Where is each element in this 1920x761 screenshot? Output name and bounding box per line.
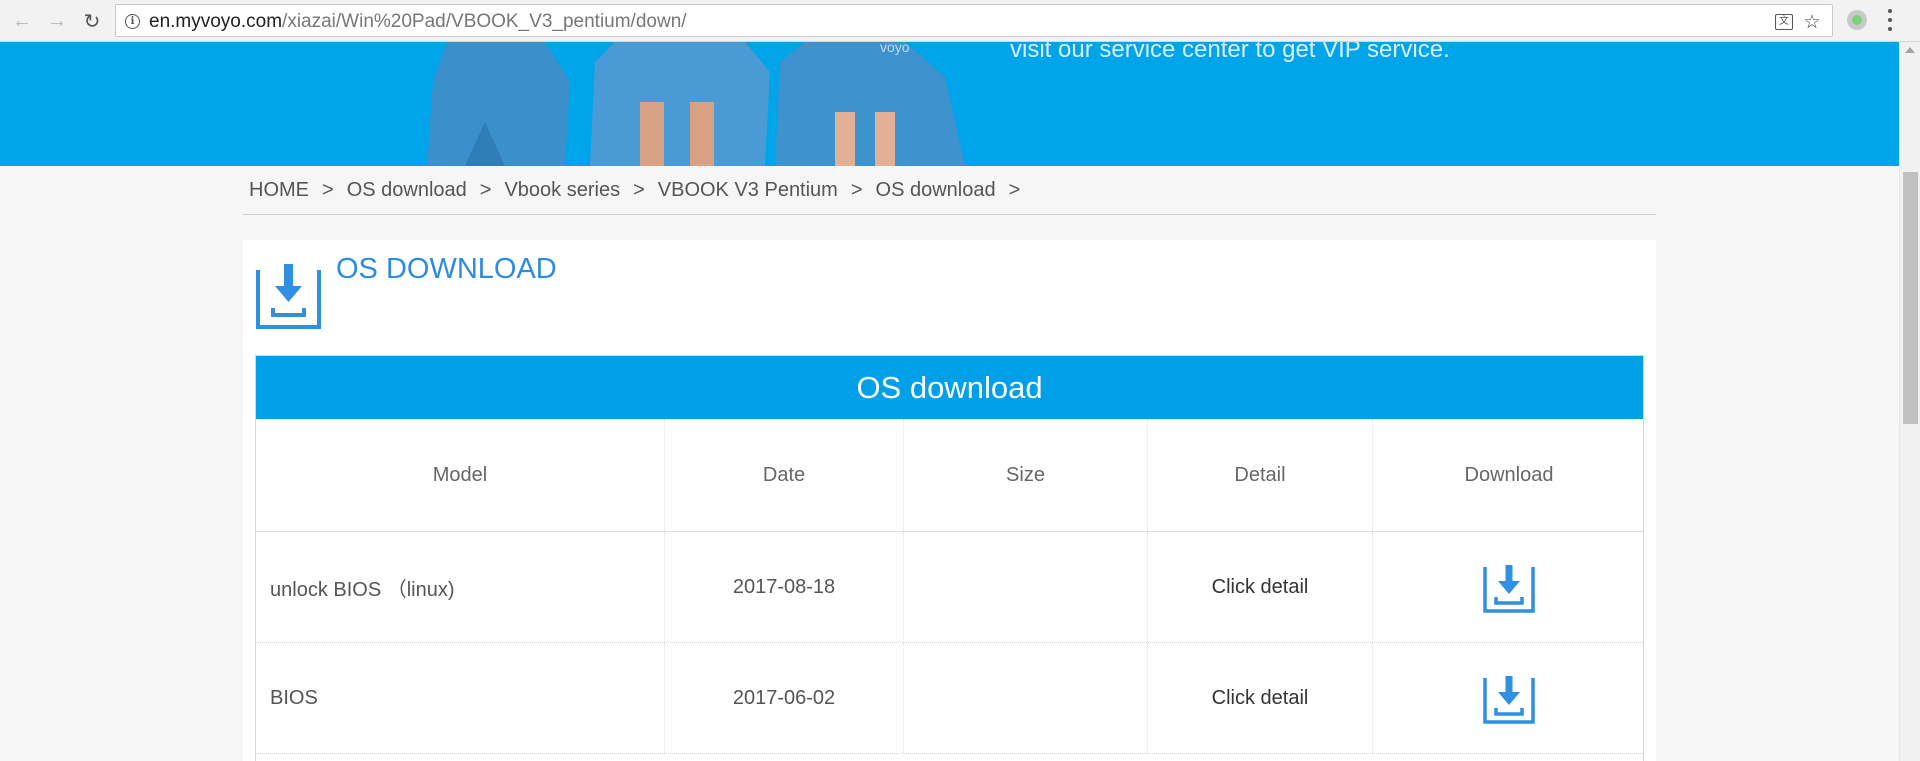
banner-text: visit our service center to get VIP serv… — [1010, 42, 1450, 63]
forward-arrow-icon[interactable]: → — [44, 8, 70, 34]
table-header-row: Model Date Size Detail Download — [256, 419, 1643, 532]
browser-toolbar: ← → ↻ i en.myvoyo.com/xiazai/Win%20Pad/V… — [0, 0, 1920, 42]
extension-icon[interactable] — [1847, 10, 1867, 30]
row-model: BIOS — [256, 643, 665, 753]
download-icon[interactable] — [1483, 561, 1535, 613]
back-arrow-icon[interactable]: ← — [9, 8, 35, 34]
breadcrumb-vbook-series[interactable]: Vbook series — [504, 179, 620, 202]
url-host: en.myvoyo.com — [149, 11, 283, 32]
breadcrumb-separator: > — [479, 178, 492, 201]
scroll-up-icon[interactable] — [1905, 47, 1915, 53]
column-header-download: Download — [1464, 463, 1554, 486]
translate-icon[interactable]: 文 — [1773, 11, 1795, 33]
row-download-cell — [1373, 643, 1643, 753]
breadcrumb-separator: > — [633, 178, 645, 201]
column-header-size: Size — [904, 419, 1148, 531]
browser-menu-icon[interactable] — [1885, 9, 1895, 31]
download-icon[interactable] — [1483, 672, 1535, 724]
row-date: 2017-06-02 — [665, 643, 904, 753]
url-path: /xiazai/Win%20Pad/VBOOK_V3_pentium/down/ — [282, 11, 687, 32]
hero-banner: voyo visit our service center to get VIP… — [0, 42, 1899, 166]
breadcrumb-os-download-current[interactable]: OS download — [876, 179, 996, 202]
row-download-cell — [1373, 532, 1643, 642]
info-icon[interactable]: i — [125, 14, 140, 29]
row-date: 2017-08-18 — [665, 532, 904, 642]
bookmark-star-icon[interactable]: ☆ — [1801, 11, 1823, 33]
breadcrumb: HOME > OS download > Vbook series > VBOO… — [243, 166, 1656, 215]
scroll-thumb[interactable] — [1903, 172, 1918, 424]
breadcrumb-os-download[interactable]: OS download — [347, 179, 467, 202]
svg-text:voyo: voyo — [880, 42, 910, 55]
breadcrumb-home[interactable]: HOME — [249, 179, 309, 202]
breadcrumb-separator: > — [850, 178, 863, 201]
table-row: unlock BIOS （linux) 2017-08-18 Click det… — [256, 532, 1643, 643]
table-row: BIOS 2017-06-02 Click detail — [256, 643, 1643, 754]
breadcrumb-vbook-v3-pentium[interactable]: VBOOK V3 Pentium — [658, 179, 838, 202]
row-size — [904, 532, 1148, 642]
page-scrollbar[interactable] — [1899, 42, 1920, 761]
url-text[interactable]: en.myvoyo.com/xiazai/Win%20Pad/VBOOK_V3_… — [149, 11, 687, 33]
click-detail-link[interactable]: Click detail — [1148, 643, 1373, 753]
content-panel: OS DOWNLOAD OS download Model Date Size … — [243, 240, 1656, 761]
breadcrumb-separator: > — [1008, 178, 1021, 201]
download-icon — [256, 264, 321, 329]
download-table: OS download Model Date Size Detail Downl… — [255, 355, 1644, 761]
reload-icon[interactable]: ↻ — [79, 8, 105, 34]
page-title: OS DOWNLOAD — [336, 253, 557, 285]
staff-photo: voyo — [427, 42, 965, 166]
row-model: unlock BIOS （linux) — [256, 532, 665, 642]
address-bar[interactable]: i en.myvoyo.com/xiazai/Win%20Pad/VBOOK_V… — [115, 4, 1833, 37]
row-size — [904, 643, 1148, 753]
column-header-date: Date — [665, 419, 904, 531]
breadcrumb-separator: > — [322, 178, 334, 201]
column-header-detail: Detail — [1148, 419, 1373, 531]
click-detail-link[interactable]: Click detail — [1148, 532, 1373, 642]
column-header-model: Model — [256, 419, 665, 531]
table-title: OS download — [256, 356, 1643, 419]
